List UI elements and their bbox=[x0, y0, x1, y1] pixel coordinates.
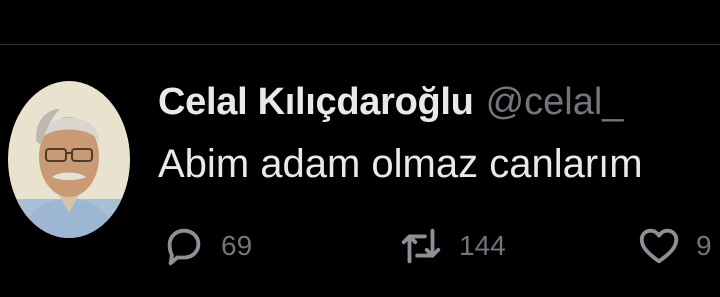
tweet-text: Abim adam olmaz canlarım bbox=[158, 142, 643, 186]
retweet-count: 144 bbox=[459, 230, 506, 261]
reply-icon bbox=[161, 223, 207, 269]
like-button[interactable]: 9 bbox=[636, 222, 712, 270]
heart-icon bbox=[636, 223, 682, 269]
retweet-button[interactable]: 144 bbox=[397, 222, 506, 270]
avatar[interactable] bbox=[8, 81, 130, 238]
avatar-photo bbox=[8, 81, 130, 238]
top-divider bbox=[0, 44, 720, 45]
reply-button[interactable]: 69 bbox=[161, 222, 252, 270]
retweet-icon bbox=[397, 223, 445, 269]
user-handle[interactable]: @celal_ bbox=[486, 81, 624, 123]
like-count: 9 bbox=[696, 230, 712, 261]
reply-count: 69 bbox=[221, 230, 253, 261]
tweet-header: Celal Kılıçdaroğlu @celal_ bbox=[158, 80, 623, 124]
tweet-actions: 69 144 9 bbox=[0, 222, 720, 270]
display-name[interactable]: Celal Kılıçdaroğlu bbox=[158, 81, 474, 123]
